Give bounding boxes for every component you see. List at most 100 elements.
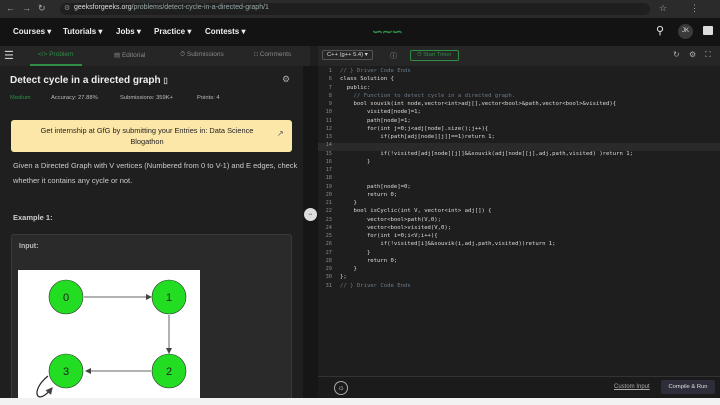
line-number: 17: [325, 167, 332, 173]
reload-icon[interactable]: ↻: [38, 3, 46, 14]
browser-bar: ← → ↻ ⚙ geeksforgeeks.org/problems/detec…: [0, 0, 720, 18]
code-line[interactable]: bool isCyclic(int V, vector<int> adj[]) …: [340, 208, 491, 214]
back-icon[interactable]: ←: [6, 3, 15, 13]
site-info-icon[interactable]: ⚙: [64, 4, 70, 12]
line-number: 13: [325, 134, 332, 140]
menu-contests[interactable]: Contests ▾: [205, 27, 245, 36]
line-number: 15: [325, 150, 332, 157]
settings-icon[interactable]: ⚙: [689, 50, 696, 59]
panel-divider[interactable]: ↔: [303, 66, 318, 405]
submissions-stat: Submissions: 359K+: [120, 95, 174, 101]
problem-tabs: ☰ </> Problem ▤ Editorial ⏱ Submissions …: [0, 46, 310, 67]
code-line[interactable]: }: [340, 200, 356, 206]
tab-submissions[interactable]: ⏱ Submissions: [180, 51, 224, 59]
line-number: 25: [325, 233, 332, 239]
node-3-label: 3: [63, 366, 69, 378]
input-label: Input:: [19, 243, 39, 250]
code-line[interactable]: if(!visited[i]&&souvik(i,adj,path,visite…: [340, 241, 555, 247]
menu-practice[interactable]: Practice ▾: [154, 27, 191, 36]
line-number: 31: [325, 282, 332, 289]
browser-menu-icon[interactable]: ⋮: [690, 3, 699, 14]
gfg-logo[interactable]: ∽∼∽: [372, 24, 403, 40]
start-timer-button[interactable]: ⏱ Start Timer: [410, 50, 459, 61]
resize-handle-icon[interactable]: ↔: [304, 208, 317, 221]
problem-title: Detect cycle in a directed graph ▯: [10, 75, 168, 86]
bookmark-star-icon[interactable]: ☆: [659, 3, 667, 14]
hamburger-icon[interactable]: ☰: [4, 49, 14, 62]
fullscreen-icon[interactable]: ⛶: [705, 50, 711, 60]
url-path: /problems/detect-cycle-in-a-directed-gra…: [131, 4, 269, 11]
address-bar[interactable]: ⚙ geeksforgeeks.org/problems/detect-cycl…: [60, 3, 650, 15]
editor-footer: ☼ Custom Input Compile & Run: [318, 376, 720, 399]
os-taskbar: [0, 398, 720, 405]
code-line[interactable]: vector<bool>path(V,0);: [340, 217, 441, 223]
internship-banner[interactable]: Get internship at GfG by submitting your…: [11, 120, 292, 152]
reset-icon[interactable]: ↻: [673, 50, 680, 59]
node-2-label: 2: [166, 366, 172, 378]
edge-3-3: [36, 375, 53, 398]
line-number: 9: [328, 101, 332, 107]
compile-run-button[interactable]: Compile & Run: [661, 380, 715, 394]
line-number: 28: [325, 257, 332, 264]
site-header: Courses ▾ Tutorials ▾ Jobs ▾ Practice ▾ …: [0, 18, 720, 46]
code-line[interactable]: for(int i=0;i<V;i++){: [340, 233, 438, 239]
code-line[interactable]: return 0;: [340, 258, 397, 264]
forward-icon[interactable]: →: [22, 3, 31, 13]
code-line[interactable]: }: [340, 159, 370, 165]
line-number: 14: [325, 142, 332, 149]
code-line[interactable]: }: [340, 266, 356, 272]
menu-courses[interactable]: Courses ▾: [13, 27, 51, 36]
code-line[interactable]: public:: [340, 85, 371, 91]
avatar[interactable]: JK: [678, 24, 693, 39]
node-0-label: 0: [63, 292, 69, 304]
theme-toggle-icon[interactable]: ☼: [334, 381, 348, 395]
search-icon[interactable]: ⚲: [656, 24, 664, 37]
line-number: 23: [325, 216, 332, 223]
accuracy-stat: Accuracy: 27.88%: [51, 95, 98, 101]
code-line[interactable]: visited[node]=1;: [340, 109, 421, 115]
code-line[interactable]: // } Driver Code Ends: [340, 283, 411, 289]
line-number: 21: [325, 200, 332, 206]
line-number: 8: [328, 92, 332, 99]
line-number: 20: [325, 191, 332, 198]
line-number: 27: [325, 249, 332, 256]
code-editor[interactable]: 1 // } Driver Code Ends 6 class Solution {7…: [318, 66, 720, 376]
custom-input-toggle[interactable]: Custom Input: [614, 384, 650, 390]
tab-editorial[interactable]: ▤ Editorial: [114, 51, 145, 59]
banner-text: Get internship at GfG by submitting your…: [40, 126, 254, 146]
code-line[interactable]: path[node]=1;: [340, 118, 411, 124]
example-title: Example 1:: [13, 213, 53, 222]
code-line[interactable]: bool souvik(int node,vector<int>adj[],ve…: [340, 101, 616, 107]
node-1-label: 1: [166, 292, 172, 304]
code-line[interactable]: if(path[adj[node][j]]==1)return 1;: [340, 134, 495, 140]
problem-panel: Detect cycle in a directed graph ▯ ⚙ Med…: [0, 66, 303, 405]
code-line[interactable]: }: [340, 250, 370, 256]
tab-comments[interactable]: □ Comments: [254, 51, 291, 58]
code-line[interactable]: // Function to detect cycle in a directe…: [340, 93, 515, 99]
code-line[interactable]: class Solution {: [340, 76, 394, 82]
url-domain: geeksforgeeks.org: [74, 4, 132, 11]
info-icon[interactable]: ⓘ: [390, 51, 397, 61]
language-select[interactable]: C++ (g++ 5.4) ▾: [322, 50, 373, 60]
bug-report-icon[interactable]: ⚙: [282, 74, 290, 85]
code-line[interactable]: path[node]=0;: [340, 184, 411, 190]
code-line[interactable]: };: [340, 274, 347, 280]
code-line[interactable]: vector<bool>visited(V,0);: [340, 225, 451, 231]
line-number: 10: [325, 109, 332, 116]
line-number: 18: [325, 175, 332, 182]
code-line[interactable]: // } Driver Code Ends: [340, 68, 411, 74]
editor-toolbar: C++ (g++ 5.4) ▾ ⓘ ⏱ Start Timer ↻ ⚙ ⛶: [318, 46, 720, 67]
line-number: 6: [328, 76, 332, 83]
graph-diagram: 0 1 2 3: [36, 279, 187, 398]
line-number: 16: [325, 158, 332, 165]
tab-problem[interactable]: </> Problem: [38, 51, 73, 58]
bookmark-icon[interactable]: ▯: [163, 76, 167, 85]
line-number: 1: [328, 68, 332, 74]
code-line[interactable]: return 0;: [340, 192, 397, 198]
code-line[interactable]: for(int j=0;j<adj[node].size();j++){: [340, 126, 488, 132]
line-number: 30: [325, 274, 332, 281]
menu-tutorials[interactable]: Tutorials ▾: [63, 27, 102, 36]
menu-jobs[interactable]: Jobs ▾: [116, 27, 141, 36]
code-line[interactable]: if(!visited[adj[node][j]]&&souvik(adj[no…: [340, 151, 633, 157]
notes-icon[interactable]: [703, 26, 713, 35]
